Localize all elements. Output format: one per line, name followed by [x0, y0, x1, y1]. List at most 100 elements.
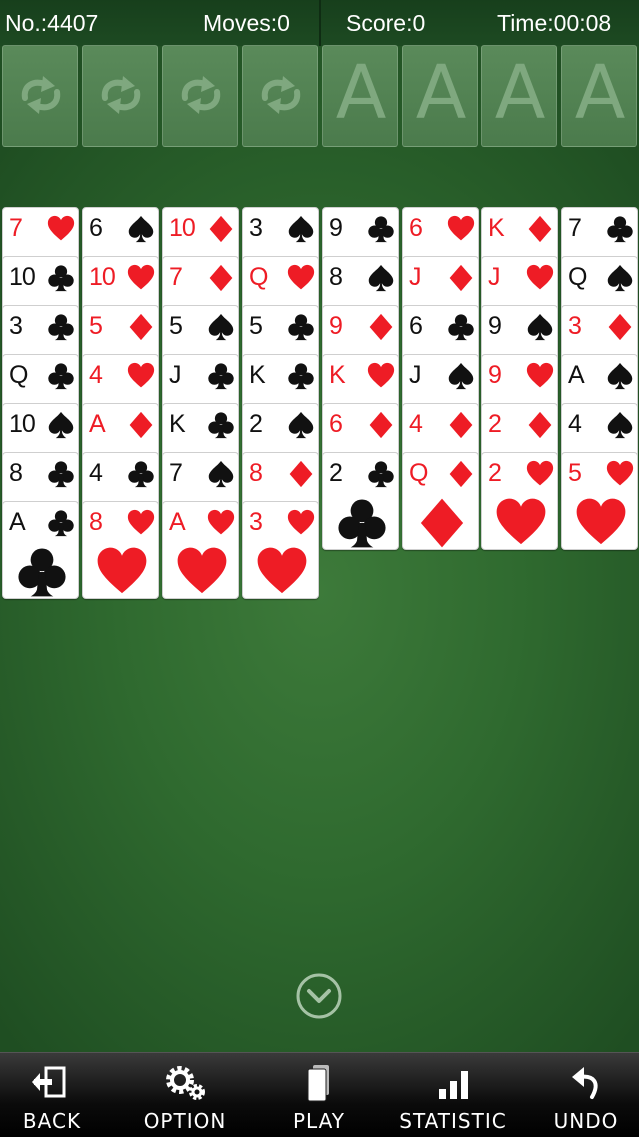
foundation-pile[interactable]: A: [402, 45, 478, 147]
club-suit-icon: [368, 216, 394, 243]
playing-card[interactable]: A: [162, 501, 239, 599]
card-rank: 3: [249, 508, 263, 536]
card-rank: 10: [9, 410, 36, 438]
heart-suit-icon: [576, 498, 626, 545]
heart-suit-icon: [47, 215, 75, 241]
diamond-suit-icon: [369, 313, 393, 341]
card-rank: Q: [249, 263, 268, 291]
card-rank: 8: [89, 508, 103, 536]
club-suit-icon: [48, 363, 74, 390]
diamond-suit-icon: [528, 411, 552, 439]
card-rank: K: [169, 410, 186, 438]
card-rank: 6: [409, 312, 423, 340]
spade-suit-icon: [607, 264, 633, 292]
free-cell[interactable]: [162, 45, 238, 147]
moves-counter: Moves:0: [203, 10, 290, 36]
card-rank: 2: [329, 459, 343, 487]
club-suit-icon: [288, 314, 314, 341]
card-rank: 7: [9, 214, 23, 242]
cycle-arrows-icon: [101, 76, 141, 114]
card-rank: 6: [329, 410, 343, 438]
spade-suit-icon: [288, 411, 314, 439]
diamond-suit-icon: [209, 264, 233, 292]
heart-suit-icon: [367, 362, 395, 388]
heart-suit-icon: [526, 460, 554, 486]
chevron-down-circle-icon[interactable]: [295, 972, 343, 1020]
club-suit-icon: [48, 314, 74, 341]
diamond-suit-icon: [449, 460, 473, 488]
card-rank: 5: [89, 312, 103, 340]
playing-card[interactable]: A: [2, 501, 79, 599]
cycle-arrows-icon: [21, 76, 61, 114]
undo-button[interactable]: UNDO: [540, 1053, 632, 1137]
free-cell[interactable]: [2, 45, 78, 147]
spade-suit-icon: [527, 313, 553, 341]
club-suit-icon: [48, 265, 74, 292]
spade-suit-icon: [48, 411, 74, 439]
option-button[interactable]: OPTION: [130, 1053, 240, 1137]
card-rank: A: [89, 410, 106, 438]
back-button[interactable]: BACK: [2, 1053, 102, 1137]
card-rank: J: [409, 263, 421, 291]
card-rank: 8: [249, 459, 263, 487]
cycle-arrows-icon: [261, 76, 301, 114]
back-label: BACK: [22, 1109, 82, 1133]
diamond-suit-icon: [420, 498, 464, 548]
toolbar: BACK OPTION PLAY STATISTIC UNDO: [0, 1052, 639, 1137]
card-rank: 10: [89, 263, 116, 291]
exit-icon: [32, 1066, 66, 1098]
card-rank: A: [568, 361, 585, 389]
diamond-suit-icon: [528, 215, 552, 243]
foundation-pile[interactable]: A: [561, 45, 637, 147]
card-rank: 9: [329, 214, 343, 242]
spade-suit-icon: [208, 460, 234, 488]
diamond-suit-icon: [129, 313, 153, 341]
club-suit-icon: [448, 314, 474, 341]
divider: [319, 0, 321, 46]
club-suit-icon: [338, 499, 386, 548]
foundation-pile[interactable]: A: [481, 45, 557, 147]
playing-card[interactable]: Q: [402, 452, 479, 550]
foundation-pile[interactable]: A: [322, 45, 398, 147]
heart-suit-icon: [287, 509, 315, 535]
free-cell[interactable]: [242, 45, 318, 147]
card-rank: 4: [89, 459, 103, 487]
card-rank: A: [169, 508, 186, 536]
foundation-label: A: [494, 50, 546, 136]
playing-card[interactable]: 3: [242, 501, 319, 599]
playing-card[interactable]: 8: [82, 501, 159, 599]
card-rank: 8: [9, 459, 23, 487]
card-rank: 4: [89, 361, 103, 389]
cycle-arrows-icon: [181, 76, 221, 114]
timer: Time:00:08: [497, 10, 612, 36]
heart-suit-icon: [177, 547, 227, 594]
statistic-label: STATISTIC: [399, 1109, 507, 1133]
playing-card[interactable]: 2: [481, 452, 558, 550]
heart-suit-icon: [526, 264, 554, 290]
card-rank: Q: [409, 459, 428, 487]
card-rank: Q: [9, 361, 28, 389]
playing-card[interactable]: 5: [561, 452, 638, 550]
play-button[interactable]: PLAY: [268, 1053, 370, 1137]
card-rank: 4: [409, 410, 423, 438]
foundation-label: A: [335, 50, 387, 136]
free-cell[interactable]: [82, 45, 158, 147]
statistic-button[interactable]: STATISTIC: [398, 1053, 508, 1137]
card-rank: 7: [568, 214, 582, 242]
foundation-label: A: [415, 50, 467, 136]
card-rank: 5: [249, 312, 263, 340]
card-rank: 2: [249, 410, 263, 438]
heart-suit-icon: [127, 509, 155, 535]
card-rank: J: [169, 361, 181, 389]
diamond-suit-icon: [449, 264, 473, 292]
spade-suit-icon: [208, 313, 234, 341]
diamond-suit-icon: [608, 313, 632, 341]
card-rank: 7: [169, 459, 183, 487]
game-number: No.:4407: [5, 10, 99, 36]
diamond-suit-icon: [449, 411, 473, 439]
heart-suit-icon: [127, 362, 155, 388]
heart-suit-icon: [496, 498, 546, 545]
card-rank: 9: [488, 361, 502, 389]
card-rank: 6: [89, 214, 103, 242]
playing-card[interactable]: 2: [322, 452, 399, 550]
